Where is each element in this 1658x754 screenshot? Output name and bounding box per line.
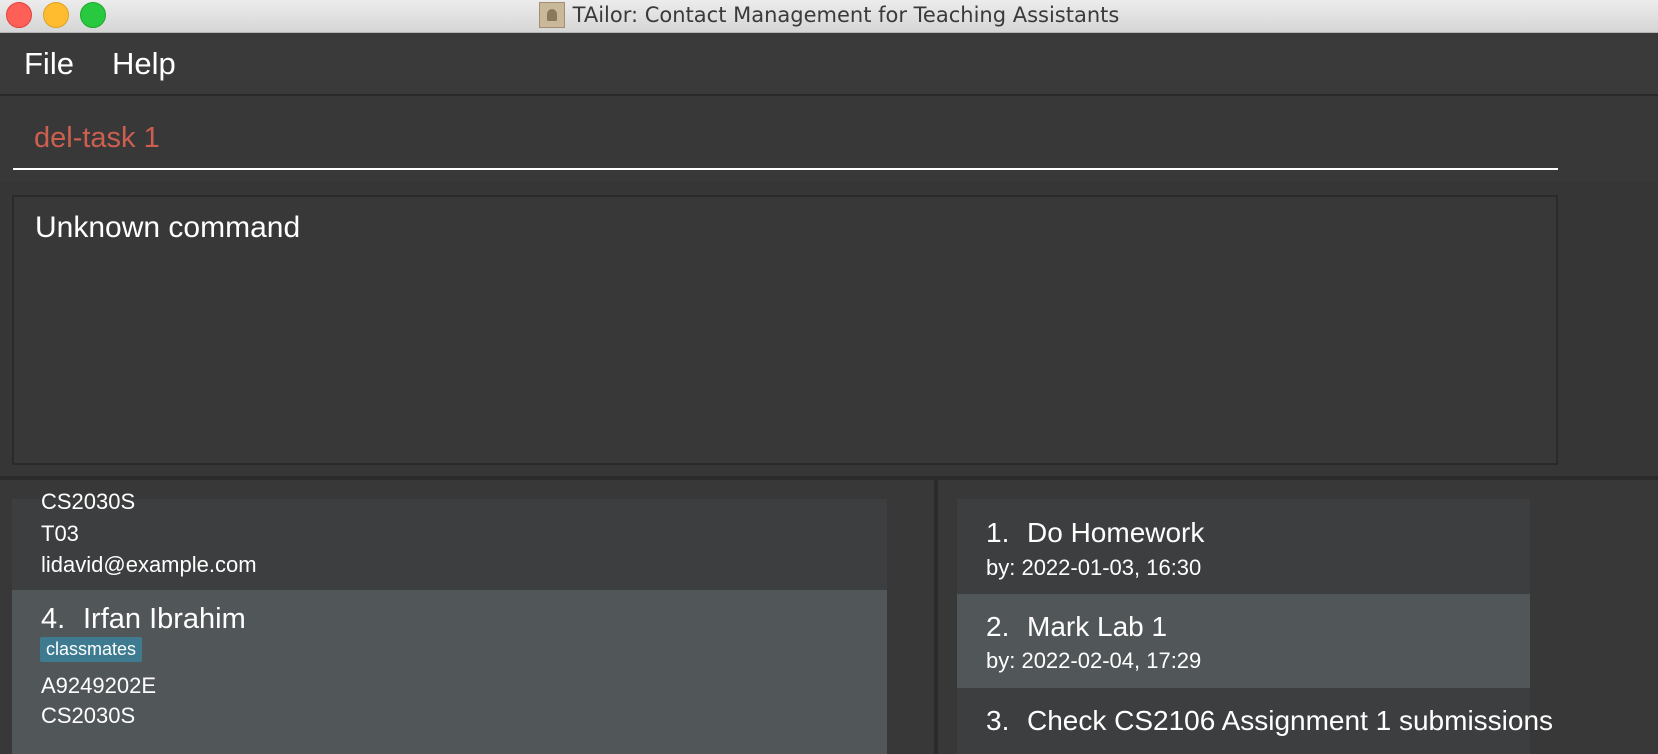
task-card[interactable]: 3. Check CS2106 Assignment 1 submissions (957, 688, 1553, 754)
menu-help[interactable]: Help (112, 46, 176, 82)
window-title: TAilor: Contact Management for Teaching … (572, 3, 1120, 27)
task-title: Do Homework (1027, 517, 1205, 548)
task-title: Check CS2106 Assignment 1 submissions (1027, 705, 1554, 736)
task-card[interactable]: 2. Mark Lab 1 by: 2022-02-04, 17:29 (957, 594, 1530, 688)
person-name: Irfan Ibrahim (83, 603, 246, 635)
task-deadline: by: 2022-02-04, 17:29 (986, 648, 1202, 673)
task-index: 1. (986, 517, 1010, 548)
task-index: 2. (986, 611, 1010, 642)
task-card[interactable]: 1. Do Homework by: 2022-01-03, 16:30 (957, 499, 1530, 594)
menu-bar: File Help (0, 33, 1658, 96)
command-box: del-task 1 (0, 96, 1658, 182)
person-list[interactable]: CS2030S T03 lidavid@example.com 4. Irfan… (0, 480, 934, 754)
person-card[interactable]: CS2030S T03 lidavid@example.com (12, 489, 887, 590)
person-email: lidavid@example.com (41, 552, 257, 577)
task-deadline: by: 2022-01-03, 16:30 (986, 555, 1202, 580)
command-input[interactable]: del-task 1 (13, 110, 1558, 170)
title-bar: TAilor: Contact Management for Teaching … (0, 0, 1658, 33)
menu-file[interactable]: File (24, 46, 74, 82)
person-module: CS2030S (41, 703, 136, 728)
app-icon (538, 2, 565, 28)
task-index: 3. (986, 705, 1010, 736)
window-title-group: TAilor: Contact Management for Teaching … (0, 0, 1658, 32)
result-display: Unknown command (12, 195, 1558, 465)
result-message: Unknown command (35, 211, 301, 244)
person-tutorial: T03 (41, 521, 79, 546)
task-title: Mark Lab 1 (1027, 611, 1168, 642)
task-list[interactable]: 1. Do Homework by: 2022-01-03, 16:30 2. … (938, 480, 1658, 754)
person-student-id: A9249202E (41, 673, 156, 698)
person-tag: classmates (40, 637, 143, 662)
person-card[interactable]: 4. Irfan Ibrahim classmates A9249202E CS… (12, 590, 887, 754)
person-index: 4. (41, 603, 66, 635)
person-module: CS2030S (41, 489, 136, 514)
